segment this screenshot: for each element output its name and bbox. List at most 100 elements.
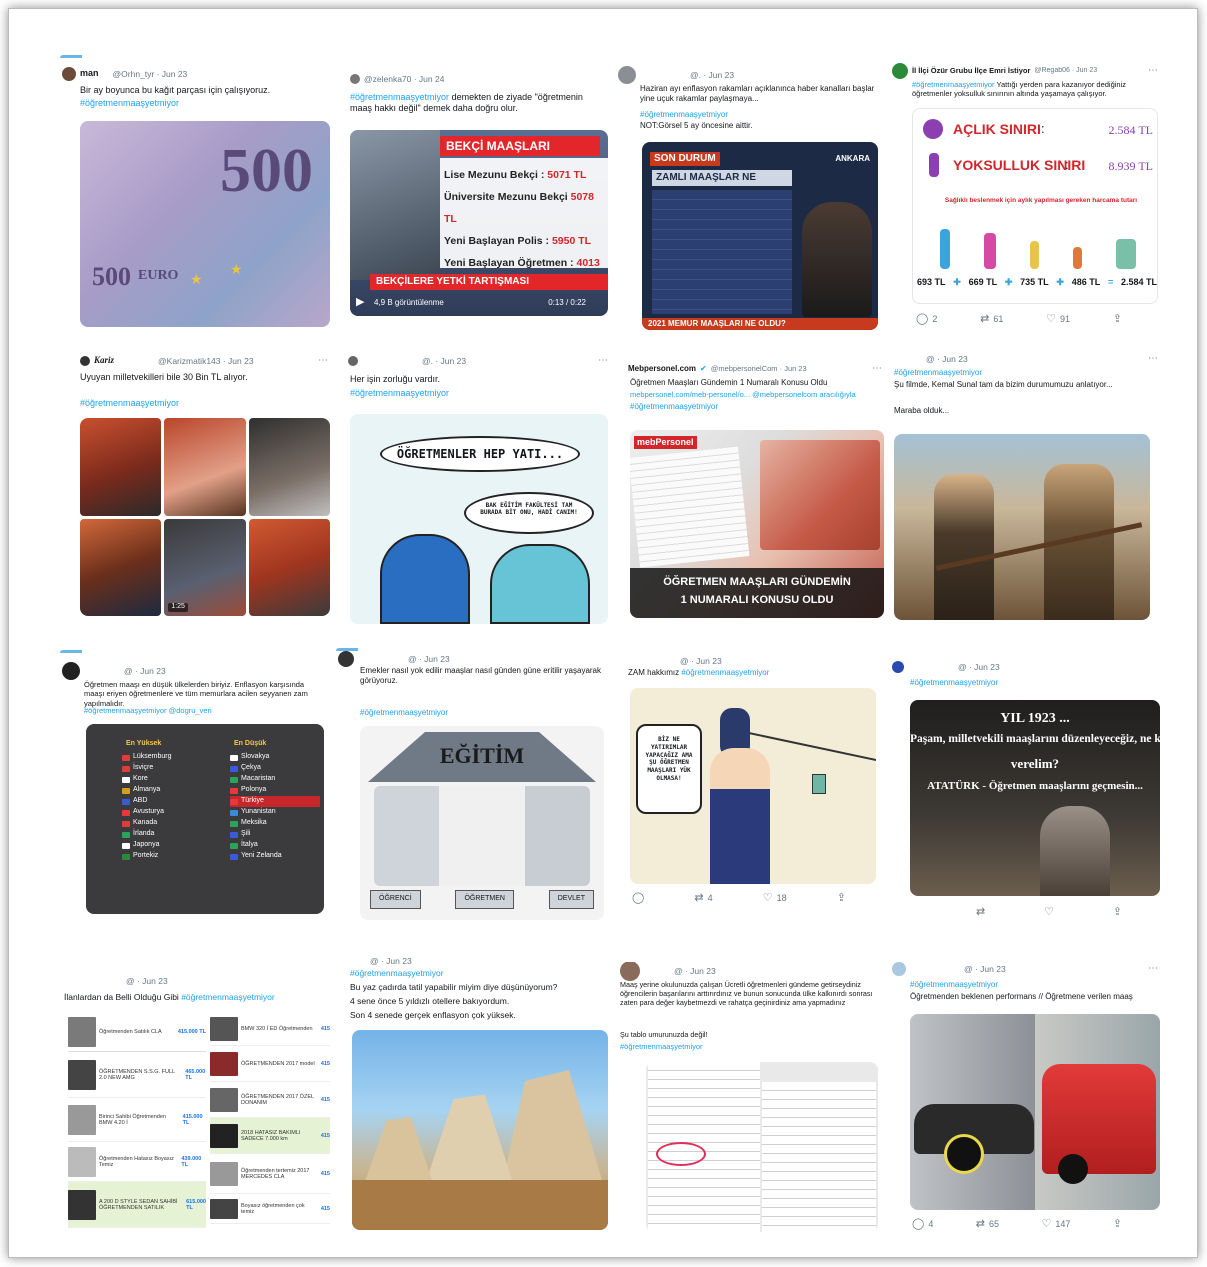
tweet-image[interactable]: En Yüksek En Düşük Lüksemburg İsviçre Ko… <box>86 724 324 914</box>
tweet-card[interactable]: @ · Jun 23 #öğretmenmaaşyetmiyor YIL 192… <box>890 656 1162 922</box>
reply-button[interactable]: ◯ <box>632 892 644 906</box>
tweet-image[interactable]: mebPersonel ÖĞRETMEN MAAŞLARI GÜNDEMİN 1… <box>630 430 884 618</box>
tweet-card[interactable]: @zelenka70 · Jun 24 #öğretmenmaaşyetmiyo… <box>340 62 612 337</box>
hashtag-link[interactable]: #öğretmenmaaşyetmiyor <box>620 1042 880 1051</box>
parliament-photo[interactable] <box>80 518 162 616</box>
tweet-image[interactable]: SON DURUM ANKARA ZAMLI MAAŞLAR NE OLACAK… <box>642 142 878 330</box>
tweet-card[interactable]: @ · Jun 23 ⋯ #öğretmenmaaşyetmiyor Şu fi… <box>890 348 1162 630</box>
tweet-card[interactable]: @. · Jun 23 ⋯ Her işin zorluğu vardır. #… <box>340 350 612 634</box>
tweet-image[interactable]: ÖĞRETMENLER HEP YATI... BAK EĞİTİM FAKÜL… <box>350 414 608 624</box>
user-handle[interactable]: @ · Jun 23 <box>680 656 722 667</box>
avatar[interactable] <box>80 356 90 366</box>
share-button[interactable]: ⇪ <box>1113 1218 1122 1232</box>
parliament-photo[interactable] <box>80 418 162 516</box>
more-icon[interactable]: ⋯ <box>318 355 332 368</box>
avatar[interactable] <box>892 962 906 976</box>
hashtag-link[interactable]: #öğretmenmaaşyetmiyor <box>630 402 880 412</box>
hashtag-link[interactable]: #öğretmenmaaşyetmiyor <box>80 398 326 409</box>
avatar[interactable] <box>620 962 640 981</box>
user-handle[interactable]: @ · Jun 23 <box>408 654 450 665</box>
reply-button[interactable]: ◯ 4 <box>912 1218 933 1232</box>
play-icon[interactable]: ▶ <box>356 296 364 310</box>
tweet-video[interactable]: BEKÇİ MAAŞLARI Lise Mezunu Bekçi : 5071 … <box>350 130 608 316</box>
retweet-button[interactable]: ⇄ 4 <box>694 892 712 906</box>
retweet-button[interactable]: ⇄ 61 <box>980 313 1003 327</box>
avatar[interactable] <box>62 67 76 81</box>
like-button[interactable]: ♡ 18 <box>763 892 787 906</box>
tweet-image[interactable]: EĞİTİM ÖĞRENCİ ÖĞRETMEN DEVLET <box>360 726 604 920</box>
tweet-image[interactable] <box>646 1062 878 1232</box>
parliament-photo[interactable] <box>248 518 330 616</box>
avatar[interactable] <box>350 74 360 84</box>
more-icon[interactable]: ⋯ <box>1148 353 1162 366</box>
tweet-image[interactable] <box>352 1030 608 1230</box>
like-button[interactable]: ♡ 147 <box>1041 1218 1070 1232</box>
tweet-card[interactable]: @ · Jun 23 Emekler nasıl yok edilir maaş… <box>336 648 612 926</box>
tweet-image[interactable]: 500 500 EURO ★ ★ <box>80 121 330 327</box>
tweet-image[interactable] <box>910 1014 1160 1210</box>
user-name[interactable]: man <box>80 68 99 79</box>
hashtag-link[interactable]: #öğretmenmaaşyetmiyor <box>910 678 1156 688</box>
user-handle[interactable]: @Orhn_tyr · Jun 23 <box>113 69 188 80</box>
hashtag-link[interactable]: #öğretmenmaaşyetmiyor <box>181 992 275 1002</box>
avatar[interactable] <box>618 66 636 84</box>
hashtag-link[interactable]: #öğretmenmaaşyetmiyor <box>350 92 449 102</box>
user-handle[interactable]: @ · Jun 23 <box>958 662 1000 673</box>
tweet-card[interactable]: Mebpersonel.com ✔ @mebpersonelCom · Jun … <box>624 360 886 632</box>
user-handle[interactable]: @Karizmatik143 · Jun 23 <box>158 356 254 367</box>
parliament-photo[interactable]: 1:25 <box>164 518 246 616</box>
mention-link[interactable]: @dogru_veri <box>169 706 212 715</box>
parliament-photo[interactable] <box>164 418 246 516</box>
avatar[interactable] <box>62 662 80 680</box>
retweet-button[interactable]: ⇄ <box>976 906 985 920</box>
user-handle[interactable]: @ · Jun 23 <box>926 354 968 365</box>
tweet-card[interactable]: İl İlçi Özür Grubu İlçe Emri İstiyor @Re… <box>890 60 1162 332</box>
tweet-image-grid[interactable]: 1:25 <box>80 418 330 616</box>
share-button[interactable]: ⇪ <box>1113 313 1122 327</box>
tweet-card[interactable]: @ · Jun 23 Maaş yerine okulunuzda çalışa… <box>616 962 886 1238</box>
user-name[interactable]: Mebpersonel.com <box>628 364 696 374</box>
tweet-card[interactable]: @ · Jun 23 Öğretmen maaşı en düşük ülkel… <box>60 650 332 922</box>
user-handle[interactable]: @mebpersonelCom · Jun 23 <box>711 364 807 373</box>
hashtag-link[interactable]: #öğretmenmaaşyetmiyor <box>894 368 1156 378</box>
parliament-photo[interactable] <box>248 418 330 516</box>
user-handle[interactable]: @ · Jun 23 <box>370 956 412 967</box>
tweet-card[interactable]: @ · Jun 23 ⋯ #öğretmenmaaşyetmiyor Öğret… <box>890 958 1162 1240</box>
retweet-button[interactable]: ⇄ 65 <box>976 1218 999 1232</box>
hashtag-link[interactable]: #öğretmenmaaşyetmiyor <box>681 668 769 677</box>
user-handle[interactable]: @ · Jun 23 <box>124 666 166 677</box>
tweet-card[interactable]: @. · Jun 23 Haziran ayı enflasyon rakaml… <box>614 62 886 337</box>
tweet-link[interactable]: mebpersonel.com/meb-personel/o... @mebpe… <box>630 390 880 399</box>
user-handle[interactable]: @ · Jun 23 <box>964 964 1006 975</box>
user-handle[interactable]: @. · Jun 23 <box>422 356 466 367</box>
user-handle[interactable]: @zelenka70 · Jun 24 <box>364 74 444 85</box>
listings-screenshot[interactable]: Öğretmenden Satılık CLA 415.000 TL ÖĞRETM… <box>68 1012 330 1230</box>
user-handle[interactable]: @. · Jun 23 <box>690 70 734 81</box>
hashtag-link[interactable]: #öğretmenmaaşyetmiyor <box>360 708 606 718</box>
avatar[interactable] <box>892 661 904 673</box>
share-button[interactable]: ⇪ <box>1113 906 1122 920</box>
hashtag-link[interactable]: #öğretmenmaaşyetmiyor <box>350 968 606 979</box>
hashtag-link[interactable]: #öğretmenmaaşyetmiyor <box>80 98 326 109</box>
hashtag-link[interactable]: #öğretmenmaaşyetmiyor <box>84 706 167 715</box>
user-handle[interactable]: @Regab06 · Jun 23 <box>1034 67 1097 76</box>
hashtag-link[interactable]: #öğretmenmaaşyetmiyor <box>910 980 1156 990</box>
user-handle[interactable]: @ · Jun 23 <box>126 976 168 987</box>
tweet-image[interactable] <box>894 434 1150 620</box>
tweet-image[interactable]: BİZ NE YATIRIMLAR YAPACAĞIZ AMA ŞU ÖĞRET… <box>630 688 876 884</box>
more-icon[interactable]: ⋯ <box>1148 65 1162 78</box>
tweet-image[interactable]: YIL 1923 ... Paşam, milletvekili maaşlar… <box>910 700 1160 896</box>
user-name[interactable]: Kariz <box>94 355 114 366</box>
more-icon[interactable]: ⋯ <box>872 363 886 376</box>
like-button[interactable]: ♡ 91 <box>1046 313 1070 327</box>
avatar[interactable] <box>338 651 354 667</box>
tweet-card[interactable]: man @Orhn_tyr · Jun 23 Bir ay boyunca bu… <box>60 55 332 333</box>
hashtag-link[interactable]: #öğretmenmaaşyetmiyor <box>912 80 995 89</box>
reply-button[interactable]: ◯ 2 <box>916 313 937 327</box>
more-icon[interactable]: ⋯ <box>598 355 612 368</box>
tweet-card[interactable]: @ · Jun 23 #öğretmenmaaşyetmiyor Bu yaz … <box>340 954 612 1234</box>
more-icon[interactable]: ⋯ <box>1148 963 1162 976</box>
tweet-card[interactable]: Kariz @Karizmatik143 · Jun 23 ⋯ Uyuyan m… <box>78 348 332 632</box>
like-button[interactable]: ♡ <box>1044 906 1054 920</box>
tweet-image[interactable]: AÇLIK SINIRI : 2.584 TL YOKSULLUK SINIRI… <box>912 108 1158 304</box>
